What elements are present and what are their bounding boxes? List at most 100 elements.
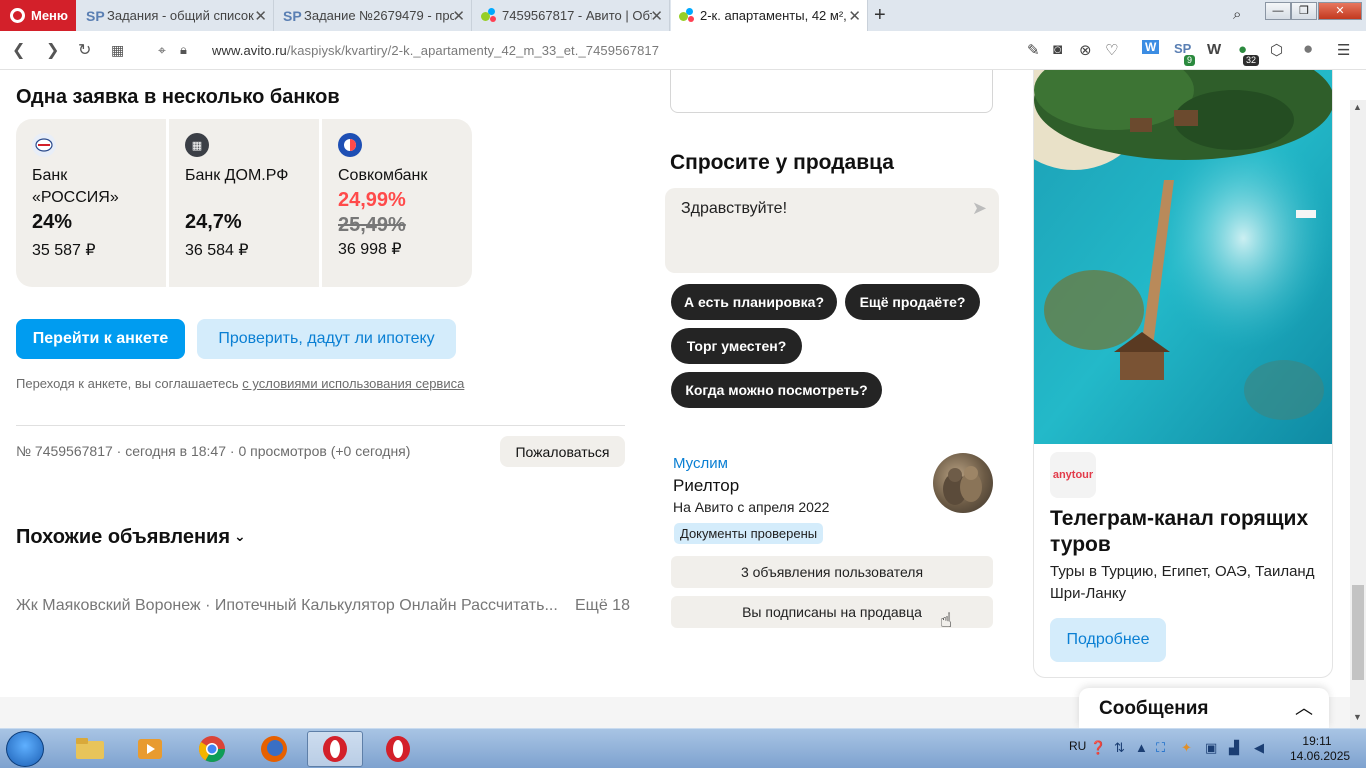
easy-setup-icon[interactable]: ☰ [1337, 41, 1350, 59]
quick-question-chip[interactable]: Ещё продаёте? [845, 284, 980, 320]
explorer-icon[interactable] [62, 731, 118, 767]
tab-title: Задания - общий список з [107, 8, 257, 23]
report-button[interactable]: Пожаловаться [500, 436, 625, 467]
message-input[interactable]: Здравствуйте! ➤ [665, 188, 999, 273]
maximize-button[interactable]: ❐ [1291, 2, 1317, 20]
cube-icon[interactable]: ⬡ [1270, 41, 1283, 59]
chrome-icon[interactable] [184, 731, 240, 767]
bank-payment: 36 998 ₽ [338, 241, 402, 258]
ad-title[interactable]: Телеграм-канал горящих туров [1050, 506, 1320, 558]
quick-question-chip[interactable]: Когда можно посмотреть? [671, 372, 882, 408]
ask-seller-title: Спросите у продавца [670, 151, 894, 174]
bank-name: Совкомбанк [338, 167, 428, 184]
send-icon[interactable]: ➤ [972, 198, 987, 219]
terms-link[interactable]: с условиями использования сервиса [242, 376, 464, 391]
back-icon[interactable]: ❮ [12, 40, 25, 60]
ad-more-button[interactable]: Подробнее [1050, 618, 1166, 662]
close-icon[interactable]: ✕ [848, 7, 861, 25]
terms-text: Переходя к анкете, вы соглашаетесь с усл… [16, 376, 464, 391]
scroll-down-icon[interactable]: ▼ [1353, 712, 1362, 722]
tab-avito-listing[interactable]: 7459567817 - Авито | Объ ✕ [473, 0, 670, 31]
start-button[interactable] [6, 731, 44, 767]
heart-icon[interactable]: ♡ [1105, 41, 1118, 59]
messages-panel[interactable]: Сообщения ︿ [1079, 688, 1329, 728]
quick-question-chip[interactable]: Торг уместен? [671, 328, 802, 364]
address-bar: ❮ ❯ ↻ ▦ ⌖ 🔒︎ www.avito.ru/kaspiysk/kvart… [0, 31, 1366, 70]
tray-arrows-icon[interactable]: ⇅ [1114, 740, 1125, 756]
profile-icon[interactable]: ● [1303, 39, 1313, 59]
ad-logo-text: anytour [1052, 469, 1094, 481]
minimize-button[interactable]: — [1265, 2, 1291, 20]
tab-tasks-list[interactable]: SP Задания - общий список з ✕ [78, 0, 274, 31]
bank-name: Банк ДОМ.РФ [185, 167, 289, 184]
opera-icon[interactable] [370, 731, 426, 767]
lock-icon[interactable]: 🔒︎ [180, 42, 187, 58]
reload-icon[interactable]: ↻ [78, 40, 91, 60]
bank-card-sovcom[interactable]: Совкомбанк 24,99% 25,49% 36 998 ₽ [322, 119, 472, 287]
documents-verified-badge: Документы проверены [674, 523, 824, 544]
clock[interactable]: 19:11 14.06.2025 [1290, 734, 1350, 764]
bank-rate: 24% [32, 211, 73, 233]
tab-search-icon[interactable]: ⌕ [1233, 6, 1241, 23]
volume-icon[interactable]: ◀ [1254, 740, 1264, 756]
similar-title-text: Похожие объявления [16, 526, 231, 548]
chevron-up-icon[interactable]: ︿ [1295, 694, 1313, 720]
tab-apartment-active[interactable]: 2-к. апартаменты, 42 м², 3 ✕ [671, 0, 868, 31]
seller-ads-button[interactable]: 3 объявления пользователя [671, 556, 993, 588]
close-icon[interactable]: ✕ [254, 7, 267, 25]
sp-extension-icon[interactable]: SP [1174, 41, 1191, 56]
keyboard-language[interactable]: RU [1069, 739, 1086, 753]
bank-card-domrf[interactable]: ▦ Банк ДОМ.РФ 24,7% 36 584 ₽ [169, 119, 319, 287]
windows-taskbar: RU ❓ ⇅ ▲ ⛶ ✦ ▣ ▟ ◀ 19:11 14.06.2025 [0, 728, 1366, 768]
seller-name-link[interactable]: Муслим [673, 455, 728, 472]
seller-avatar[interactable] [933, 453, 993, 513]
similar-more-link[interactable]: Ещё 18 [573, 597, 630, 615]
seller-role: Риелтор [673, 476, 740, 495]
sp-icon: SP [86, 7, 105, 24]
app-tray-icon[interactable]: ✦ [1181, 740, 1192, 756]
tray-up-icon[interactable]: ▲ [1135, 740, 1148, 755]
check-mortgage-button[interactable]: Проверить, дадут ли ипотеку [197, 319, 456, 359]
quick-question-chip[interactable]: А есть планировка? [671, 284, 837, 320]
word-extension-icon[interactable]: W [1142, 40, 1160, 54]
edit-icon[interactable]: ✎ [1027, 41, 1040, 59]
advertisement[interactable]: anytour Телеграм-канал горящих туров Тур… [1033, 70, 1333, 678]
w-extension-icon[interactable]: W [1207, 41, 1221, 58]
network-icon[interactable]: ▟ [1229, 740, 1239, 756]
scroll-up-icon[interactable]: ▲ [1353, 102, 1362, 112]
tab-title: 7459567817 - Авито | Объ [502, 8, 652, 23]
tab-task-detail[interactable]: SP Задание №2679479 - про ✕ [275, 0, 472, 31]
location-pin-icon[interactable]: ⌖ [158, 42, 166, 59]
media-player-icon[interactable] [122, 731, 178, 767]
camera-icon[interactable]: ◙ [1053, 41, 1062, 58]
help-icon[interactable]: ❓ [1090, 740, 1106, 756]
close-icon[interactable]: ✕ [650, 7, 663, 25]
scroll-thumb[interactable] [1352, 585, 1364, 680]
go-to-application-button[interactable]: Перейти к анкете [16, 319, 185, 359]
bank-card-rossiya[interactable]: Банк «РОССИЯ» 24% 35 587 ₽ [16, 119, 166, 287]
opera-menu-button[interactable]: Меню [0, 0, 76, 31]
opera-icon-active[interactable] [307, 731, 363, 767]
messages-label: Сообщения [1099, 698, 1209, 719]
new-tab-plus-icon[interactable]: + [874, 4, 886, 27]
block-icon[interactable]: ⊗ [1079, 41, 1092, 59]
capture-icon[interactable]: ⛶ [1156, 740, 1165, 756]
forward-icon[interactable]: ❯ [46, 40, 59, 60]
tab-bar: Меню SP Задания - общий список з ✕ SP За… [0, 0, 1366, 31]
device-icon[interactable]: ▣ [1205, 740, 1217, 756]
sp-icon: SP [283, 7, 302, 24]
previous-field-edge [670, 70, 993, 113]
bank-name: Банк «РОССИЯ» [32, 167, 119, 206]
page-scrollbar[interactable]: ▲ ▼ [1350, 100, 1366, 728]
window-close-button[interactable]: ✕ [1318, 2, 1362, 20]
similar-search-links[interactable]: Жк Маяковский Воронеж · Ипотечный Кальку… [16, 597, 625, 615]
url-field[interactable]: www.avito.ru/kaspiysk/kvartiry/2-k._apar… [212, 43, 659, 58]
menu-label: Меню [31, 8, 69, 23]
firefox-icon[interactable] [246, 731, 302, 767]
ad-description: Туры в Турцию, Египет, ОАЭ, Таиланд Шри-… [1050, 563, 1315, 602]
close-icon[interactable]: ✕ [452, 7, 465, 25]
similar-listings-toggle[interactable]: Похожие объявления ⌄ [16, 526, 246, 549]
ad-image[interactable] [1034, 70, 1332, 444]
bank-payment: 35 587 ₽ [32, 242, 96, 259]
speed-dial-icon[interactable]: ▦ [111, 42, 124, 59]
